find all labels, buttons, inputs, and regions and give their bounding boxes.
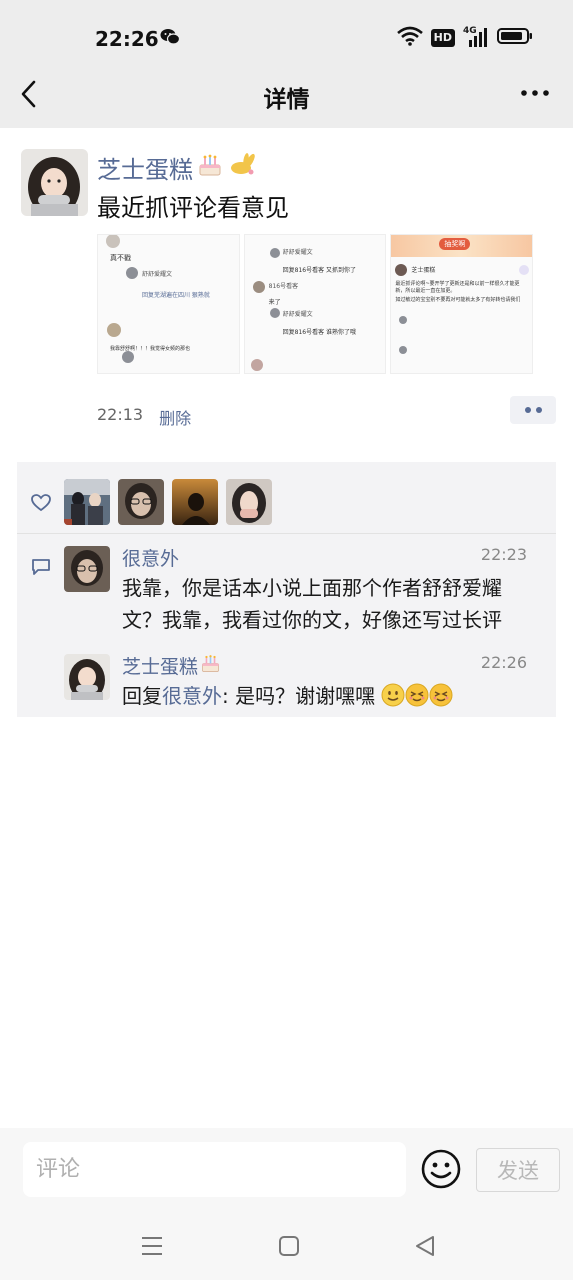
page-title: 详情 [263, 87, 310, 113]
photo-line: 舒舒爱耀文 [282, 311, 313, 318]
comment-composer: 发送 [0, 1128, 573, 1212]
more-icon[interactable] [519, 82, 551, 104]
comment-avatar[interactable] [64, 546, 110, 592]
dot-icon [535, 407, 542, 413]
comment-time: 22:23 [480, 545, 527, 564]
status-time: 22:26 [95, 27, 159, 51]
system-nav-bar [0, 1212, 573, 1280]
like-avatar[interactable] [226, 479, 272, 525]
avatar[interactable] [21, 149, 88, 216]
comment-author-name: 芝士蛋糕 [122, 656, 199, 678]
wechat-icon [160, 28, 181, 50]
comment-author-name: 很意外 [122, 548, 180, 570]
heart-icon [31, 494, 51, 516]
photo-thumbnail[interactable]: 真不戳 舒舒爱耀文 回复芜湖遍在四川 狠熟就 我靠舒舒啊！！！我觉得女频的那也 [97, 234, 240, 374]
comment-author[interactable]: 芝士蛋糕 [122, 652, 221, 679]
comment-line: 我靠，你是话本小说上面那个作者舒舒爱耀 [122, 576, 502, 600]
photo-line: 我靠舒舒啊！！！我觉得女频的那也 [110, 346, 191, 352]
reply-text: : 是吗？谢谢嘿嘿 [222, 684, 376, 708]
photo-line: 舒舒爱耀文 [142, 271, 173, 278]
photo-line: 如过敏过的宝宝别不要再对可能就太多了有好转也请我们 [395, 297, 521, 303]
photo-line: 回复芜湖遍在四川 狠熟就 [142, 292, 210, 299]
comment-text[interactable]: 我靠，你是话本小说上面那个作者舒舒爱耀 文？我靠，我看过你的文，好像还写过长评 [122, 572, 542, 636]
post-author[interactable]: 芝士蛋糕 [97, 150, 259, 185]
likes-row [17, 462, 556, 534]
comment-avatar[interactable] [64, 654, 110, 700]
photo-grid: 真不戳 舒舒爱耀文 回复芜湖遍在四川 狠熟就 我靠舒舒啊！！！我觉得女频的那也 … [97, 234, 534, 374]
like-comment-menu-button[interactable] [510, 396, 556, 424]
reply-target-link[interactable]: 很意外 [162, 684, 222, 708]
comment-text[interactable]: 回复很意外: 是吗？谢谢嘿嘿 [122, 680, 542, 716]
like-avatar[interactable] [172, 479, 218, 525]
back-triangle-icon[interactable] [413, 1234, 437, 1262]
signal-icon: 4G [463, 26, 489, 48]
comment-author[interactable]: 很意外 [122, 544, 179, 571]
comment-input[interactable] [23, 1142, 406, 1197]
post-text: 最近抓评论看意见 [97, 194, 289, 222]
post-meta: 22:13 删除 [97, 405, 191, 429]
photo-line: 最近抓评论啊~要开学了更新还是和以前一样很久才能更新，所以最近一直在加更。 [395, 281, 520, 294]
like-avatar[interactable] [64, 479, 110, 525]
rabbit-emoji-icon [227, 152, 259, 184]
photo-thumbnail[interactable]: 舒舒爱耀文 回复816号看客 又抓到你了 816号看客 来了 舒舒爱耀文 回复8… [243, 234, 387, 374]
comment-icon [31, 558, 51, 580]
cake-emoji-icon [197, 152, 223, 184]
nav-bar: 详情 [0, 60, 573, 128]
smile-emoji-icon [381, 683, 405, 716]
grin-emoji-icon [429, 683, 453, 716]
cake-emoji-icon [200, 653, 221, 679]
like-avatar[interactable] [118, 479, 164, 525]
post-time: 22:13 [97, 405, 144, 424]
photo-line: 回复816号看客 谁熟你了哦 [282, 329, 357, 336]
photo-line: 来了 [268, 299, 281, 306]
photo-line: 舒舒爱耀文 [282, 249, 313, 256]
dot-icon [524, 407, 531, 413]
battery-icon [497, 27, 533, 49]
hd-badge: HD [430, 29, 455, 47]
post-author-name: 芝士蛋糕 [97, 156, 193, 184]
comment-time: 22:26 [480, 653, 527, 672]
status-indicators: HD 4G [396, 26, 533, 50]
photo-line: 回复816号看客 又抓到你了 [282, 267, 357, 274]
delete-button[interactable]: 删除 [159, 405, 191, 429]
interaction-panel: 很意外 22:23 我靠，你是话本小说上面那个作者舒舒爱耀 文？我靠，我看过你的… [17, 462, 556, 717]
photo-line: 芝士蛋糕 [411, 267, 436, 274]
wifi-icon [396, 26, 423, 50]
reply-prefix: 回复 [122, 684, 162, 708]
menu-icon[interactable] [140, 1234, 164, 1262]
grin-emoji-icon [405, 683, 429, 716]
home-icon[interactable] [277, 1234, 301, 1262]
emoji-icon[interactable] [421, 1149, 461, 1193]
photo-line: 816号看客 [268, 283, 299, 290]
comment-line: 文？我靠，我看过你的文，好像还写过长评 [122, 608, 502, 632]
photo-line: 真不戳 [110, 254, 131, 262]
send-button[interactable]: 发送 [476, 1148, 560, 1192]
photo-thumbnail[interactable]: 抽奖啊 芝士蛋糕 最近抓评论啊~要开学了更新还是和以前一样很久才能更新，所以最近… [390, 234, 534, 374]
